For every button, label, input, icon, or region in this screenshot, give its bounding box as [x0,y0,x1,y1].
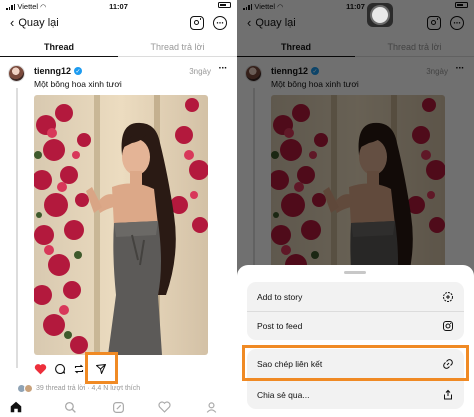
reply-avatar [24,384,33,393]
share-group-instagram: Add to story Post to feed [247,282,464,340]
repost-icon [74,364,84,374]
tab-thread[interactable]: Thread [0,42,118,52]
verified-badge-icon: ✓ [74,67,83,75]
post-more-icon[interactable]: ··· [219,63,228,74]
share-icon [442,389,454,401]
post-actions [0,362,237,378]
instagram-icon [442,320,454,332]
heart-filled-icon [34,364,46,375]
thread-line [16,88,18,368]
tutorial-screenshot: Viettel ◠ 11:07 ‹ Quay lại ··· Thread Th… [0,0,474,417]
battery-icon [218,2,231,8]
add-to-story-item[interactable]: Add to story [247,282,464,311]
profile-icon[interactable] [203,399,219,415]
post-caption: Một bông hoa xinh tươi [34,79,122,89]
back-button[interactable]: ‹ Quay lại [10,16,59,29]
status-bar: Viettel ◠ 11:07 [0,0,237,13]
active-tab-indicator [0,55,118,57]
bottom-nav [0,397,237,417]
compose-icon[interactable] [110,399,126,415]
photo-image [34,95,208,355]
post-time: 3ngày [189,67,211,76]
add-to-story-label: Add to story [257,291,303,302]
post-header: tienng12 ✓ 3ngày ··· Một bông hoa xinh t… [0,63,237,91]
header: ‹ Quay lại ··· [0,13,237,35]
back-label: Quay lại [18,16,59,29]
tab-bar: Thread Thread trả lời [0,37,237,57]
clock: 11:07 [109,2,128,11]
add-story-icon [442,291,454,303]
post-to-feed-label: Post to feed [257,321,303,331]
heart-icon[interactable] [156,399,172,415]
instagram-icon[interactable] [190,16,204,30]
sheet-grabber[interactable] [344,271,366,274]
highlight-copy-link [242,345,469,381]
home-icon[interactable] [8,399,24,415]
comment-icon [55,363,66,375]
comment-button[interactable] [53,362,67,376]
stats-label: 39 thread trả lời · 4,4 N lượt thích [36,385,141,392]
share-via-item[interactable]: Chia sẻ qua... [247,379,464,409]
like-button[interactable] [33,362,47,376]
share-via-label: Chia sẻ qua... [257,389,310,400]
post-to-feed-item[interactable]: Post to feed [247,311,464,340]
post-author[interactable]: tienng12 ✓ [34,66,83,76]
thread-screen-right: Viettel ◠ 11:07 ‹ Quay lại ··· Thread Th… [237,0,474,417]
highlight-share-button [85,352,118,384]
post-photo[interactable] [34,95,208,355]
avatar[interactable] [8,65,25,82]
thread-screen-left: Viettel ◠ 11:07 ‹ Quay lại ··· Thread Th… [0,0,237,417]
status-right [218,2,231,8]
share-sheet: Add to story Post to feed Sao chép liên … [237,265,474,417]
repost-button[interactable] [72,362,86,376]
post-stats[interactable]: 39 thread trả lời · 4,4 N lượt thích [17,384,140,393]
more-options-icon[interactable]: ··· [213,16,227,30]
username: tienng12 [34,66,72,76]
search-icon[interactable] [62,399,78,415]
chevron-left-icon: ‹ [10,15,15,30]
tab-replies[interactable]: Thread trả lời [118,42,237,52]
assistive-touch-button[interactable] [367,3,393,27]
